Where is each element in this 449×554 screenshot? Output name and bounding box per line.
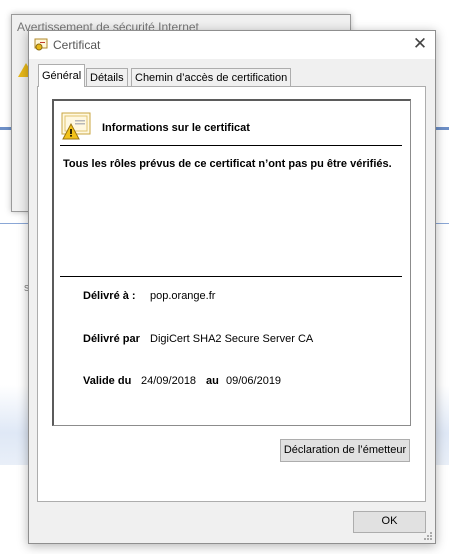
close-button[interactable]: ✕ xyxy=(407,32,433,56)
ok-button[interactable]: OK xyxy=(353,511,426,533)
issued-to-label: Délivré à : xyxy=(83,290,136,302)
resize-grip-icon[interactable] xyxy=(423,531,433,541)
issued-by-label: Délivré par xyxy=(83,333,140,345)
tab-certification-path[interactable]: Chemin d’accès de certification xyxy=(131,68,292,87)
tab-details[interactable]: Détails xyxy=(86,68,128,87)
valid-to-label: au xyxy=(206,375,219,387)
title-bar: Certificat ✕ xyxy=(29,31,435,59)
certificate-icon xyxy=(34,38,48,51)
issued-by-value: DigiCert SHA2 Secure Server CA xyxy=(150,333,314,345)
details-divider xyxy=(60,276,402,277)
info-heading: Informations sur le certificat xyxy=(102,122,250,134)
issuer-statement-button[interactable]: Déclaration de l’émetteur xyxy=(280,439,410,462)
tab-general[interactable]: Général xyxy=(38,64,86,87)
certificate-dialog: Certificat ✕ Général Détails Chemin d’ac… xyxy=(28,30,436,544)
issued-to-value: pop.orange.fr xyxy=(150,290,216,302)
valid-from-value: 24/09/2018 xyxy=(141,375,197,387)
dialog-title: Certificat xyxy=(53,38,101,52)
certificate-warning-icon xyxy=(61,112,91,140)
valid-to-value: 09/06/2019 xyxy=(226,375,282,387)
valid-from-label: Valide du xyxy=(83,375,132,387)
certificate-info-box: Informations sur le certificat Tous les … xyxy=(52,99,411,426)
verification-warning: Tous les rôles prévus de ce certificat n… xyxy=(63,158,392,170)
heading-divider xyxy=(60,145,402,146)
